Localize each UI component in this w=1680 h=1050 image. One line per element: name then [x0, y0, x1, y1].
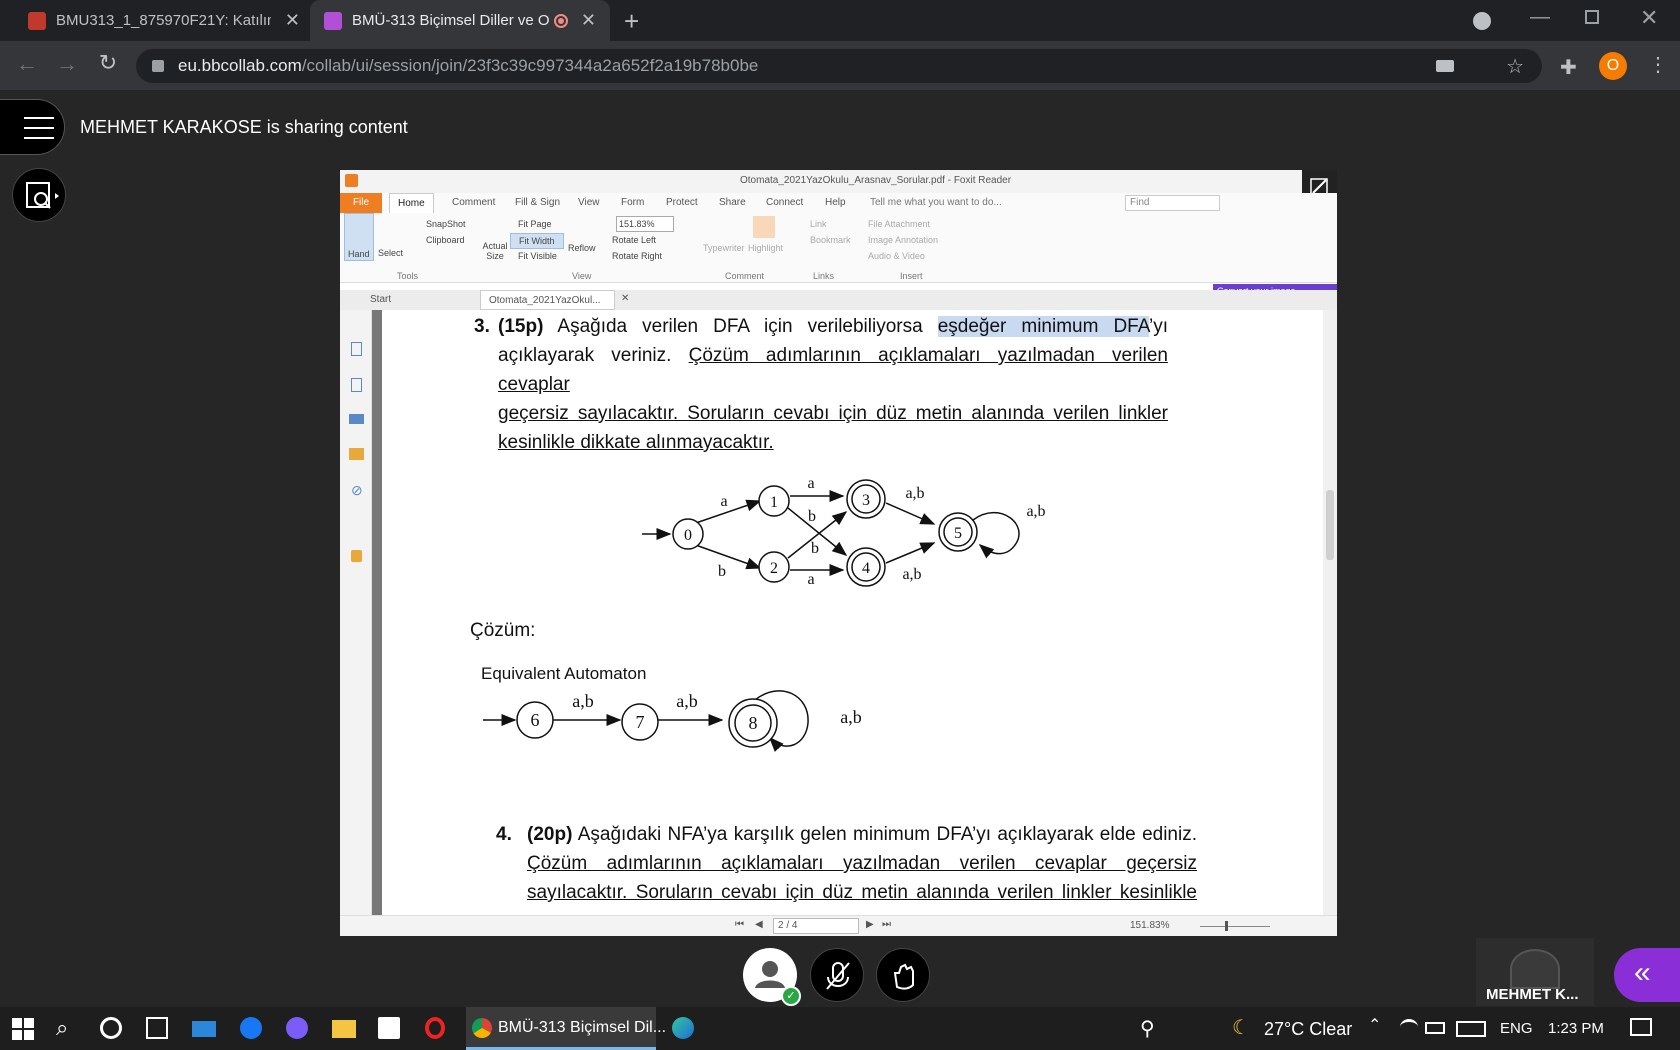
dfa2-state-label-8: 8 [749, 713, 758, 733]
page-number-field[interactable]: 2 / 4 [773, 918, 859, 934]
microphone-muted-icon [826, 962, 850, 990]
people-icon[interactable]: ⚲ [1140, 1016, 1155, 1041]
last-page-icon[interactable]: ⏭ [882, 919, 891, 930]
messenger-icon[interactable] [286, 1017, 308, 1039]
session-menu-button[interactable] [0, 99, 65, 155]
forward-icon[interactable]: → [52, 51, 82, 77]
notifications-icon[interactable] [1630, 1018, 1652, 1036]
next-page-icon[interactable]: ▶ [866, 919, 874, 930]
mail-icon[interactable] [192, 1021, 216, 1037]
browser-tab-1[interactable]: BMU313_1_875970F21Y: Katılımcı ✕ [14, 0, 314, 41]
language-indicator[interactable]: ENG [1500, 1020, 1533, 1037]
collab-favicon-icon [324, 11, 342, 30]
dfa2-state-label-7: 7 [636, 712, 645, 732]
q4-line1: Aşağıdaki NFA’ya karşılık gelen minimum … [577, 824, 1198, 845]
profile-avatar[interactable]: O [1599, 52, 1627, 80]
dfa2-label-e78: a,b [676, 691, 698, 711]
tab-title: BMU313_1_875970F21Y: Katılımcı [56, 12, 271, 29]
lock-icon [152, 60, 164, 72]
dfa2-label-e88: a,b [840, 707, 862, 727]
zoom-content-button[interactable] [12, 168, 66, 222]
close-tab-icon[interactable]: ✕ [285, 10, 300, 31]
sharing-status-text: MEHMET KARAKOSE is sharing content [80, 117, 408, 137]
window-close-icon[interactable]: ✕ [1640, 5, 1658, 31]
blackboard-favicon-icon [28, 11, 46, 30]
back-icon[interactable]: ← [12, 51, 42, 77]
minimize-icon[interactable]: — [1530, 6, 1550, 29]
first-page-icon[interactable]: ⏮ [735, 919, 744, 930]
recording-icon [554, 13, 568, 28]
taskbar-chrome-title: BMÜ-313 Biçimsel Dil... [498, 1019, 667, 1036]
q4-points: (20p) [527, 824, 573, 845]
tab-search-icon[interactable] [1473, 12, 1491, 30]
microphone-button[interactable] [810, 948, 864, 1002]
q4-number: 4. [496, 824, 512, 845]
moon-weather-icon: ☾ [1232, 1017, 1250, 1039]
dfa2-state-label-6: 6 [531, 710, 540, 730]
previous-page-icon[interactable]: ◀ [755, 919, 763, 930]
status-zoom-level: 151.83% [1130, 920, 1170, 931]
camera-icon[interactable] [1436, 60, 1455, 72]
foxit-status-bar: ⏮ ◀ 2 / 4 ▶ ⏭ 151.83% [340, 915, 1337, 936]
store-icon[interactable] [378, 1017, 400, 1039]
wifi-icon[interactable] [1400, 1019, 1418, 1035]
clock[interactable]: 1:23 PM [1548, 1020, 1604, 1037]
status-check-icon: ✓ [781, 986, 801, 1006]
facebook-icon[interactable] [240, 1017, 262, 1039]
url-host: eu.bbcollab.com [178, 56, 302, 75]
shared-screen: Otomata_2021YazOkulu_Arasnav_Sorular.pdf… [340, 170, 1337, 936]
file-explorer-icon[interactable] [332, 1020, 356, 1038]
windows-start-icon[interactable] [12, 1018, 34, 1040]
collaborate-panel-button[interactable]: « [1614, 948, 1680, 1002]
taskbar-chrome-item[interactable]: BMÜ-313 Biçimsel Dil... [466, 1007, 666, 1050]
url-path: /collab/ui/session/join/23f3c39c997344a2… [301, 56, 759, 75]
task-view-icon[interactable] [146, 1017, 168, 1039]
zoom-slider-thumb[interactable] [1225, 921, 1228, 931]
my-status-button[interactable]: ✓ [743, 948, 801, 1006]
new-tab-button[interactable]: + [624, 6, 639, 37]
restore-icon[interactable] [1585, 10, 1599, 24]
browser-tab-2[interactable]: BMÜ-313 Biçimsel Diller ve O ✕ [310, 0, 610, 41]
search-zoom-icon [26, 182, 59, 209]
show-hidden-icons[interactable]: ⌃ [1368, 1015, 1381, 1035]
chrome-menu-icon[interactable]: ⋮ [1648, 52, 1668, 77]
dfa2-label-e67: a,b [572, 691, 594, 711]
reload-icon[interactable]: ↻ [93, 50, 123, 76]
raise-hand-button[interactable] [876, 948, 930, 1002]
participant-name: MEHMET K... [1486, 986, 1579, 1003]
windows-taskbar: ⌕ BMÜ-313 Biçimsel Dil... ⚲ ☾ 27°C Clear… [0, 1007, 1680, 1050]
tab-title: BMÜ-313 Biçimsel Diller ve O [352, 12, 550, 29]
question-4: (20p) Aşağıdaki NFA’ya karşılık gelen mi… [527, 820, 1197, 907]
keyboard-icon[interactable] [1456, 1021, 1486, 1037]
battery-icon[interactable] [1425, 1022, 1445, 1034]
chrome-icon [472, 1018, 492, 1038]
q4-line3: sayılacaktır. Soruların cevabı için düz … [527, 882, 1197, 903]
participant-avatar [1510, 949, 1560, 989]
opera-icon[interactable] [425, 1017, 445, 1039]
q4-line2: Çözüm adımlarının açıklamaları yazılmada… [527, 853, 1197, 874]
chevron-left-icon: « [1634, 956, 1651, 989]
edge-icon[interactable] [672, 1017, 694, 1039]
hand-icon [893, 963, 914, 990]
zoom-slider[interactable] [1200, 926, 1270, 927]
weather-text[interactable]: 27°C Clear [1264, 1019, 1352, 1040]
extensions-icon[interactable]: ✚ [1560, 55, 1582, 79]
search-icon[interactable]: ⌕ [56, 1015, 68, 1041]
browser-tab-strip: BMU313_1_875970F21Y: Katılımcı ✕ BMÜ-313… [0, 0, 1680, 41]
cortana-icon[interactable] [100, 1017, 122, 1039]
bookmark-star-icon[interactable]: ☆ [1506, 54, 1524, 79]
participant-tile[interactable]: MEHMET K... [1476, 938, 1594, 1006]
address-bar[interactable]: eu.bbcollab.com /collab/ui/session/join/… [136, 49, 1542, 83]
close-tab-icon[interactable]: ✕ [581, 10, 596, 31]
